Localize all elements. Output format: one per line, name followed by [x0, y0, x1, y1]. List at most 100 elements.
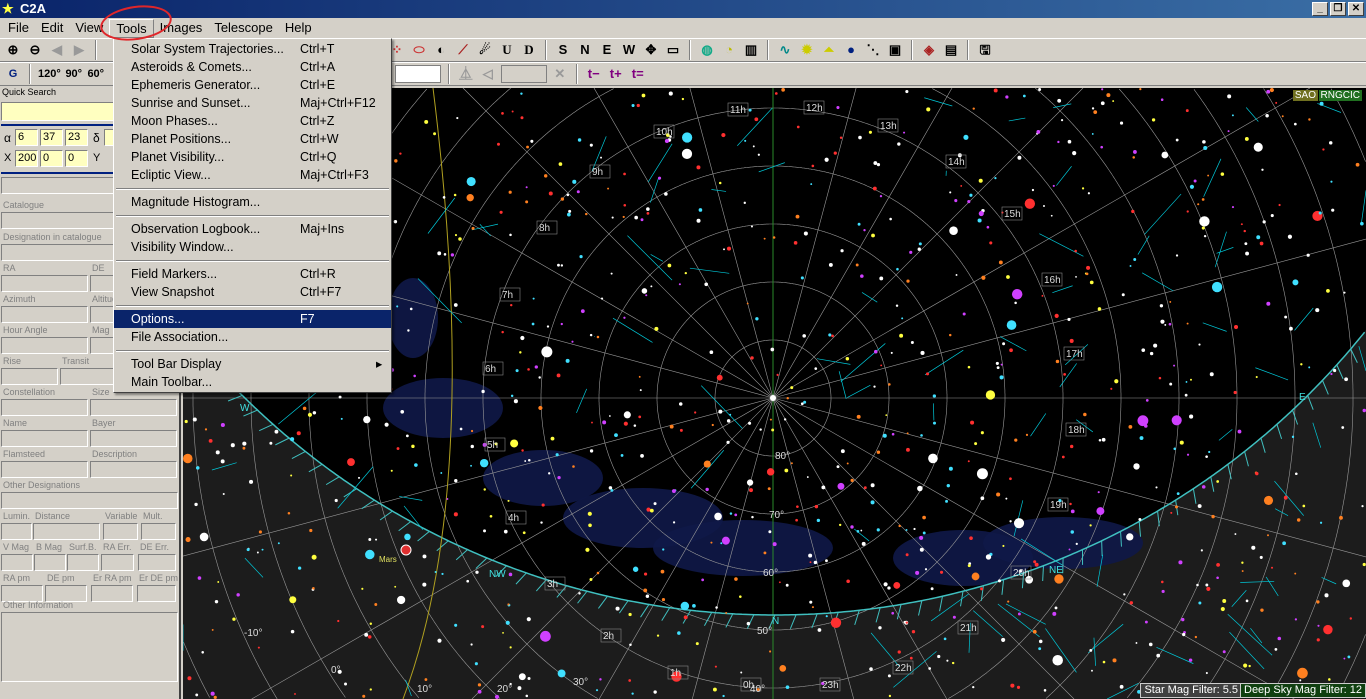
star[interactable] [184, 419, 188, 424]
star[interactable] [646, 211, 650, 215]
star[interactable] [695, 642, 699, 646]
star[interactable] [1000, 363, 1003, 366]
star[interactable] [1209, 372, 1214, 377]
star[interactable] [1006, 320, 1017, 330]
star[interactable] [1211, 281, 1223, 293]
star[interactable] [1153, 343, 1158, 348]
star[interactable] [1362, 562, 1366, 567]
star[interactable] [980, 496, 985, 501]
star[interactable] [194, 502, 198, 507]
star[interactable] [980, 587, 984, 591]
star[interactable] [1101, 88, 1104, 91]
menu-edit[interactable]: Edit [35, 18, 69, 38]
star[interactable] [1067, 317, 1071, 321]
star[interactable] [996, 366, 1000, 370]
star[interactable] [967, 200, 971, 204]
star[interactable] [1173, 447, 1176, 451]
star[interactable] [948, 466, 953, 471]
menu-item-planet-positions[interactable]: Planet Positions... Ctrl+W [114, 130, 391, 148]
star[interactable] [721, 132, 726, 138]
star[interactable] [1081, 187, 1085, 190]
star[interactable] [1328, 678, 1331, 681]
mirror-icon[interactable]: ⏅ [457, 64, 475, 84]
ra-field[interactable] [1, 275, 88, 292]
star[interactable] [1010, 683, 1015, 688]
star[interactable] [466, 176, 476, 187]
star[interactable] [208, 438, 213, 443]
star[interactable] [770, 347, 775, 352]
star[interactable] [623, 421, 628, 426]
star[interactable] [499, 210, 503, 214]
star[interactable] [1259, 241, 1264, 246]
star[interactable] [1347, 655, 1351, 659]
star[interactable] [677, 631, 681, 635]
star[interactable] [1060, 119, 1064, 122]
star[interactable] [548, 191, 553, 196]
star[interactable] [557, 263, 560, 267]
star[interactable] [970, 420, 975, 425]
star[interactable] [220, 422, 225, 428]
star[interactable] [1243, 663, 1248, 668]
star[interactable] [1182, 632, 1186, 637]
star[interactable] [1009, 520, 1012, 523]
x-field-3[interactable]: 0 [65, 150, 88, 167]
star[interactable] [1188, 658, 1193, 662]
star[interactable] [587, 511, 592, 516]
star[interactable] [1287, 234, 1293, 239]
star[interactable] [856, 530, 860, 533]
star[interactable] [643, 572, 648, 576]
star[interactable] [954, 199, 958, 203]
star[interactable] [1087, 192, 1091, 195]
star[interactable] [1093, 110, 1098, 114]
star[interactable] [1265, 114, 1269, 118]
star[interactable] [1291, 435, 1295, 439]
star[interactable] [394, 585, 397, 588]
star[interactable] [1263, 495, 1274, 505]
menu-item-moon-phases[interactable]: Moon Phases... Ctrl+Z [114, 112, 391, 130]
star[interactable] [1133, 258, 1137, 261]
star[interactable] [527, 368, 530, 371]
star[interactable] [816, 518, 821, 523]
star[interactable] [873, 385, 876, 388]
star[interactable] [850, 478, 854, 483]
star[interactable] [230, 443, 235, 448]
star[interactable] [1168, 322, 1172, 326]
star[interactable] [513, 399, 518, 404]
star[interactable] [993, 88, 998, 93]
star[interactable] [1057, 140, 1060, 144]
star[interactable] [296, 431, 301, 436]
star[interactable] [664, 138, 669, 144]
star[interactable] [918, 242, 922, 246]
star[interactable] [641, 288, 648, 294]
star[interactable] [662, 548, 665, 551]
star[interactable] [922, 531, 926, 535]
fov-120-button[interactable]: 120° [38, 64, 61, 84]
star[interactable] [1203, 145, 1208, 150]
star[interactable] [628, 679, 632, 682]
star[interactable] [887, 586, 891, 590]
star[interactable] [746, 479, 754, 486]
star[interactable] [1007, 600, 1010, 603]
star[interactable] [1112, 658, 1117, 663]
mult--field[interactable] [141, 523, 176, 540]
star[interactable] [1266, 301, 1271, 306]
star[interactable] [232, 617, 236, 621]
star[interactable] [755, 317, 759, 321]
star[interactable] [657, 176, 662, 180]
flamsteed-field[interactable] [1, 461, 88, 478]
dots-icon[interactable]: ⋱ [864, 40, 882, 60]
star[interactable] [909, 656, 913, 660]
star[interactable] [1198, 601, 1202, 605]
star[interactable] [474, 662, 478, 666]
star[interactable] [767, 487, 771, 491]
star[interactable] [580, 309, 585, 314]
star[interactable] [893, 581, 901, 589]
star[interactable] [1331, 208, 1335, 212]
star[interactable] [520, 92, 523, 95]
menu-item-solar-system-trajectories[interactable]: Solar System Trajectories... Ctrl+T [114, 40, 391, 58]
star[interactable] [1114, 379, 1119, 384]
star[interactable] [585, 547, 590, 552]
star[interactable] [481, 389, 485, 394]
star[interactable] [994, 177, 997, 180]
star[interactable] [870, 500, 875, 505]
